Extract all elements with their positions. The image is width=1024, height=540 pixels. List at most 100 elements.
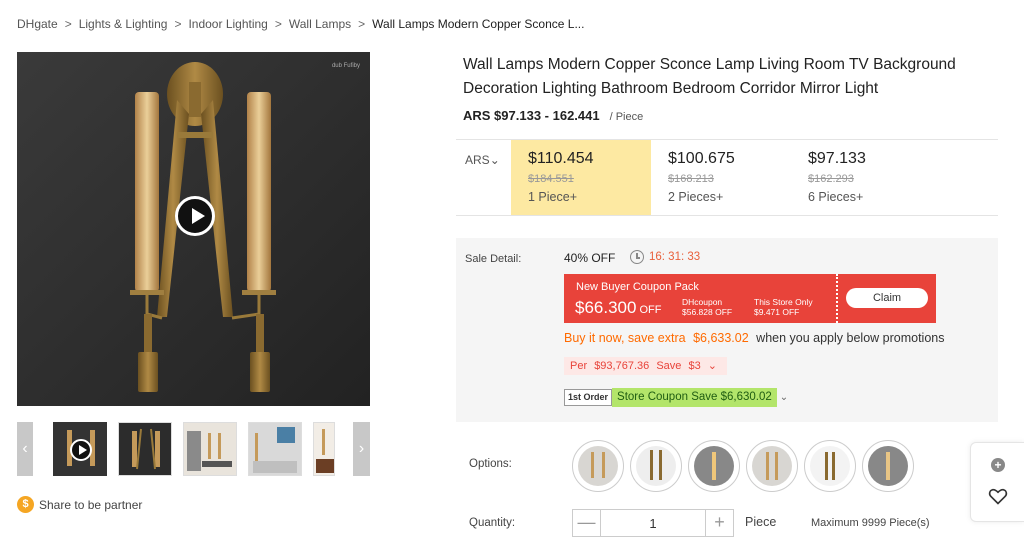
tier-original-price: $162.293	[808, 173, 854, 185]
option-thumbnail	[810, 446, 850, 486]
image-watermark: dub Fufiby	[331, 63, 360, 69]
breadcrumb-current: Wall Lamps Modern Copper Sconce L...	[372, 17, 585, 31]
claim-button[interactable]: Claim	[846, 288, 928, 308]
tier-price: $110.454	[528, 150, 594, 167]
floating-action-panel: +	[970, 442, 1024, 522]
buy-now-prefix: Buy it now, save extra	[564, 331, 686, 345]
tier-original-price: $184.551	[528, 173, 574, 185]
breadcrumb-item-dhgate[interactable]: DHgate	[17, 17, 58, 31]
sale-detail-label: Sale Detail:	[465, 253, 522, 265]
option-thumbnail	[694, 446, 734, 486]
dollar-coin-icon: $	[17, 496, 34, 513]
tier-quantity: 2 Pieces+	[668, 190, 724, 204]
buy-now-promo: Buy it now, save extra $6,633.02 when yo…	[564, 331, 944, 345]
thumbnail-next-arrow[interactable]: ›	[353, 422, 370, 476]
per-order-discount[interactable]: Per $93,767.36 Save $3 ⌄	[564, 357, 727, 375]
option-swatch-3[interactable]	[688, 440, 740, 492]
option-thumbnail	[578, 446, 618, 486]
price-tiers: ARS⌄ $110.454 $184.551 1 Piece+ $100.675…	[456, 140, 998, 215]
product-title: Wall Lamps Modern Copper Sconce Lamp Liv…	[463, 56, 956, 97]
tier-original-price: $168.213	[668, 173, 714, 185]
breadcrumb-separator: >	[174, 17, 182, 31]
price-range: ARS $97.133 - 162.441 / Piece	[463, 108, 643, 123]
currency-label: ARS	[465, 153, 490, 167]
tier-quantity: 6 Pieces+	[808, 190, 864, 204]
option-thumbnail	[868, 446, 908, 486]
dhcoupon-detail: DHcoupon $56.828 OFF	[682, 297, 732, 317]
clock-icon	[630, 250, 644, 264]
thumbnail-video[interactable]	[53, 422, 107, 476]
option-thumbnail	[752, 446, 792, 486]
thumbnail-strip: ‹ ›	[17, 422, 370, 476]
thumbnail-5[interactable]	[313, 422, 335, 476]
per-amount: $93,767.36	[594, 360, 650, 372]
first-order-tag: 1st Order	[564, 389, 613, 406]
share-label: Share to be partner	[39, 497, 143, 512]
main-product-image[interactable]: dub Fufiby	[17, 52, 370, 406]
option-swatch-4[interactable]	[746, 440, 798, 492]
breadcrumb-separator: >	[274, 17, 282, 31]
tier-price: $100.675	[668, 150, 735, 167]
tier-price: $97.133	[808, 150, 866, 167]
currency-selector[interactable]: ARS⌄	[465, 153, 500, 167]
price-unit: / Piece	[609, 111, 644, 123]
per-label: Per	[570, 360, 588, 372]
thumbnail-image	[249, 423, 301, 475]
quantity-decrease-button[interactable]: —	[573, 510, 601, 536]
breadcrumb-item-wall-lamps[interactable]: Wall Lamps	[289, 17, 351, 31]
save-label: Save	[656, 360, 682, 372]
countdown-timer: 16: 31: 33	[630, 250, 700, 264]
chevron-down-icon: ⌄	[489, 153, 500, 167]
save-amount: $3	[688, 360, 701, 372]
thumbnail-image	[314, 423, 334, 475]
coupon-amount-value: $66.300	[575, 298, 637, 317]
option-swatch-2[interactable]	[630, 440, 682, 492]
thumbnail-3[interactable]	[183, 422, 237, 476]
options-label: Options:	[469, 458, 512, 470]
breadcrumb-separator: >	[358, 17, 366, 31]
countdown-value: 16: 31: 33	[649, 251, 701, 263]
breadcrumb-item-indoor-lighting[interactable]: Indoor Lighting	[188, 17, 267, 31]
discount-percent: 40% OFF	[564, 251, 616, 265]
quantity-unit: Piece	[745, 515, 777, 529]
breadcrumb-separator: >	[64, 17, 72, 31]
store-only-label: This Store Only	[754, 297, 813, 307]
option-thumbnail	[636, 446, 676, 486]
tier-quantity: 1 Piece+	[528, 190, 577, 204]
play-video-icon[interactable]	[175, 196, 215, 236]
plus-circle-icon[interactable]: +	[991, 458, 1005, 472]
store-coupon-detail: This Store Only $9.471 OFF	[754, 297, 813, 317]
chevron-down-icon: ⌄	[779, 392, 789, 403]
price-tier-2[interactable]: $100.675 $168.213 2 Pieces+	[651, 140, 791, 215]
heart-icon[interactable]	[988, 486, 1008, 506]
option-swatch-5[interactable]	[804, 440, 856, 492]
buy-now-suffix: when you apply below promotions	[756, 331, 945, 345]
thumbnail-2[interactable]	[118, 422, 172, 476]
coupon-off-label: OFF	[639, 304, 662, 316]
quantity-label: Quantity:	[469, 517, 516, 529]
option-swatch-1[interactable]	[572, 440, 624, 492]
coupon-amount: $66.300 OFF	[575, 298, 661, 318]
option-swatch-6[interactable]	[862, 440, 914, 492]
thumbnail-image	[119, 423, 171, 475]
breadcrumb: DHgate > Lights & Lighting > Indoor Ligh…	[17, 17, 584, 31]
thumbnail-image	[184, 423, 236, 475]
price-tier-1[interactable]: $110.454 $184.551 1 Piece+	[511, 140, 651, 215]
quantity-input[interactable]	[601, 510, 705, 536]
breadcrumb-item-lights[interactable]: Lights & Lighting	[79, 17, 168, 31]
coupon-title: New Buyer Coupon Pack	[576, 281, 699, 293]
quantity-increase-button[interactable]: +	[705, 510, 733, 536]
chevron-down-icon: ⌄	[707, 360, 717, 372]
thumbnail-4[interactable]	[248, 422, 302, 476]
play-icon	[70, 439, 92, 461]
share-partner-link[interactable]: $ Share to be partner	[17, 496, 142, 513]
store-coupon-save: Store Coupon Save $6,630.02	[612, 388, 777, 407]
first-order-coupon[interactable]: 1st Order Store Coupon Save $6,630.02 ⌄	[564, 388, 788, 407]
price-range-value: ARS $97.133 - 162.441	[463, 108, 600, 123]
divider	[456, 215, 998, 216]
thumbnail-prev-arrow[interactable]: ‹	[17, 422, 33, 476]
dhcoupon-value: $56.828 OFF	[682, 307, 733, 317]
quantity-stepper: — +	[572, 509, 734, 537]
coupon-perforation	[836, 274, 838, 323]
price-tier-3[interactable]: $97.133 $162.293 6 Pieces+	[791, 140, 931, 215]
